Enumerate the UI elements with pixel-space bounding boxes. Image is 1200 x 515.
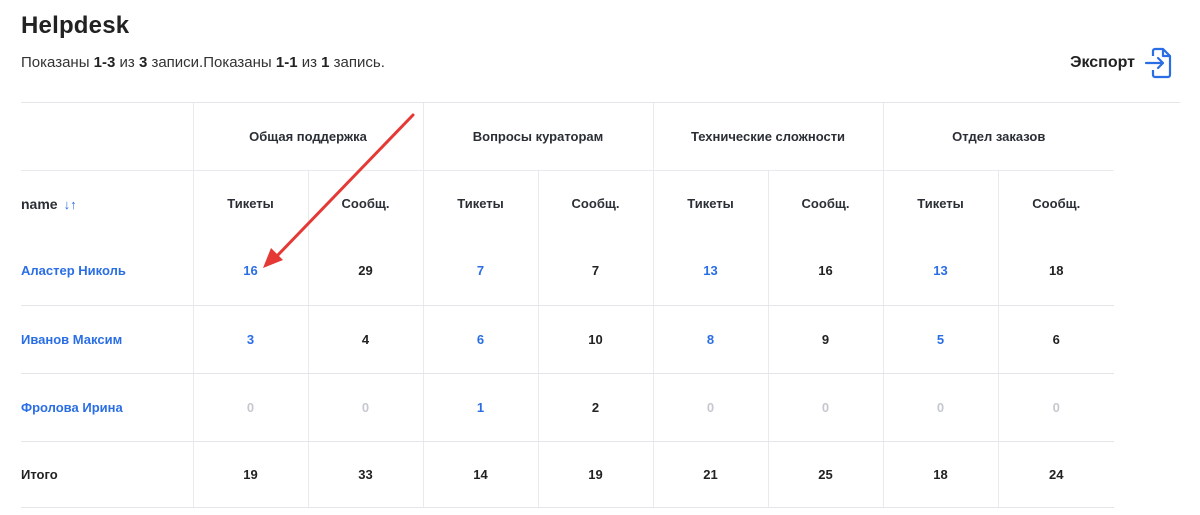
row-name-link[interactable]: Фролова Ирина	[21, 373, 193, 442]
messages-count: 7	[537, 237, 653, 306]
tickets-count-link[interactable]: 16	[192, 237, 308, 306]
column-header-tickets: Тикеты	[192, 170, 308, 237]
messages-count: 0	[767, 373, 883, 442]
column-header-messages: Сообщ.	[997, 170, 1114, 237]
tickets-count: 0	[882, 373, 998, 442]
group-header: Отдел заказов	[882, 103, 1114, 171]
column-header-row: name ↓↑ Тикеты Сообщ. Тикеты Сообщ. Тикет…	[21, 170, 1114, 237]
messages-count: 0	[997, 373, 1114, 442]
total-value: 21	[652, 441, 768, 508]
total-value: 24	[997, 441, 1114, 508]
messages-count: 29	[307, 237, 423, 306]
messages-count: 9	[767, 305, 883, 374]
total-label: Итого	[21, 441, 193, 508]
tickets-count: 0	[652, 373, 768, 442]
total-row: Итого 19 33 14 19 21 25 18 24	[21, 441, 1114, 508]
total-value: 14	[422, 441, 538, 508]
messages-count: 0	[307, 373, 423, 442]
table-row: Фролова Ирина 0 0 1 2 0 0 0 0	[21, 373, 1114, 442]
helpdesk-table: Общая поддержка Вопросы кураторам Технич…	[21, 103, 1114, 508]
tickets-count-link[interactable]: 13	[882, 237, 998, 306]
tickets-count-link[interactable]: 8	[652, 305, 768, 374]
column-header-tickets: Тикеты	[422, 170, 538, 237]
table-row: Аластер Николь 16 29 7 7 13 16 13 18	[21, 237, 1114, 306]
column-header-messages: Сообщ.	[767, 170, 883, 237]
tickets-count-link[interactable]: 13	[652, 237, 768, 306]
group-header-empty	[21, 103, 193, 171]
column-header-tickets: Тикеты	[652, 170, 768, 237]
tickets-count: 0	[192, 373, 308, 442]
column-header-messages: Сообщ.	[537, 170, 653, 237]
column-header-messages: Сообщ.	[307, 170, 423, 237]
messages-count: 18	[997, 237, 1114, 306]
export-button[interactable]: Экспорт	[1070, 47, 1172, 79]
export-label: Экспорт	[1070, 54, 1135, 71]
total-value: 18	[882, 441, 998, 508]
page-title: Helpdesk	[21, 12, 130, 39]
group-header-row: Общая поддержка Вопросы кураторам Технич…	[21, 103, 1114, 171]
records-summary: Показаны 1-3 из 3 записи.Показаны 1-1 из…	[21, 54, 385, 71]
table-row: Иванов Максим 3 4 6 10 8 9 5 6	[21, 305, 1114, 374]
name-header-label: name	[21, 195, 58, 212]
total-value: 33	[307, 441, 423, 508]
messages-count: 10	[537, 305, 653, 374]
messages-count: 6	[997, 305, 1114, 374]
messages-count: 2	[537, 373, 653, 442]
export-file-arrow-icon	[1144, 47, 1172, 79]
messages-count: 16	[767, 237, 883, 306]
group-header: Вопросы кураторам	[422, 103, 653, 171]
tickets-count-link[interactable]: 3	[192, 305, 308, 374]
tickets-count-link[interactable]: 5	[882, 305, 998, 374]
tickets-count-link[interactable]: 1	[422, 373, 538, 442]
name-column-header[interactable]: name ↓↑	[21, 170, 193, 237]
total-value: 19	[192, 441, 308, 508]
total-value: 25	[767, 441, 883, 508]
total-value: 19	[537, 441, 653, 508]
tickets-count-link[interactable]: 7	[422, 237, 538, 306]
messages-count: 4	[307, 305, 423, 374]
row-name-link[interactable]: Аластер Николь	[21, 237, 193, 306]
sort-arrows-icon[interactable]: ↓↑	[64, 197, 77, 212]
group-header: Общая поддержка	[192, 103, 423, 171]
row-name-link[interactable]: Иванов Максим	[21, 305, 193, 374]
group-header: Технические сложности	[652, 103, 883, 171]
column-header-tickets: Тикеты	[882, 170, 998, 237]
tickets-count-link[interactable]: 6	[422, 305, 538, 374]
